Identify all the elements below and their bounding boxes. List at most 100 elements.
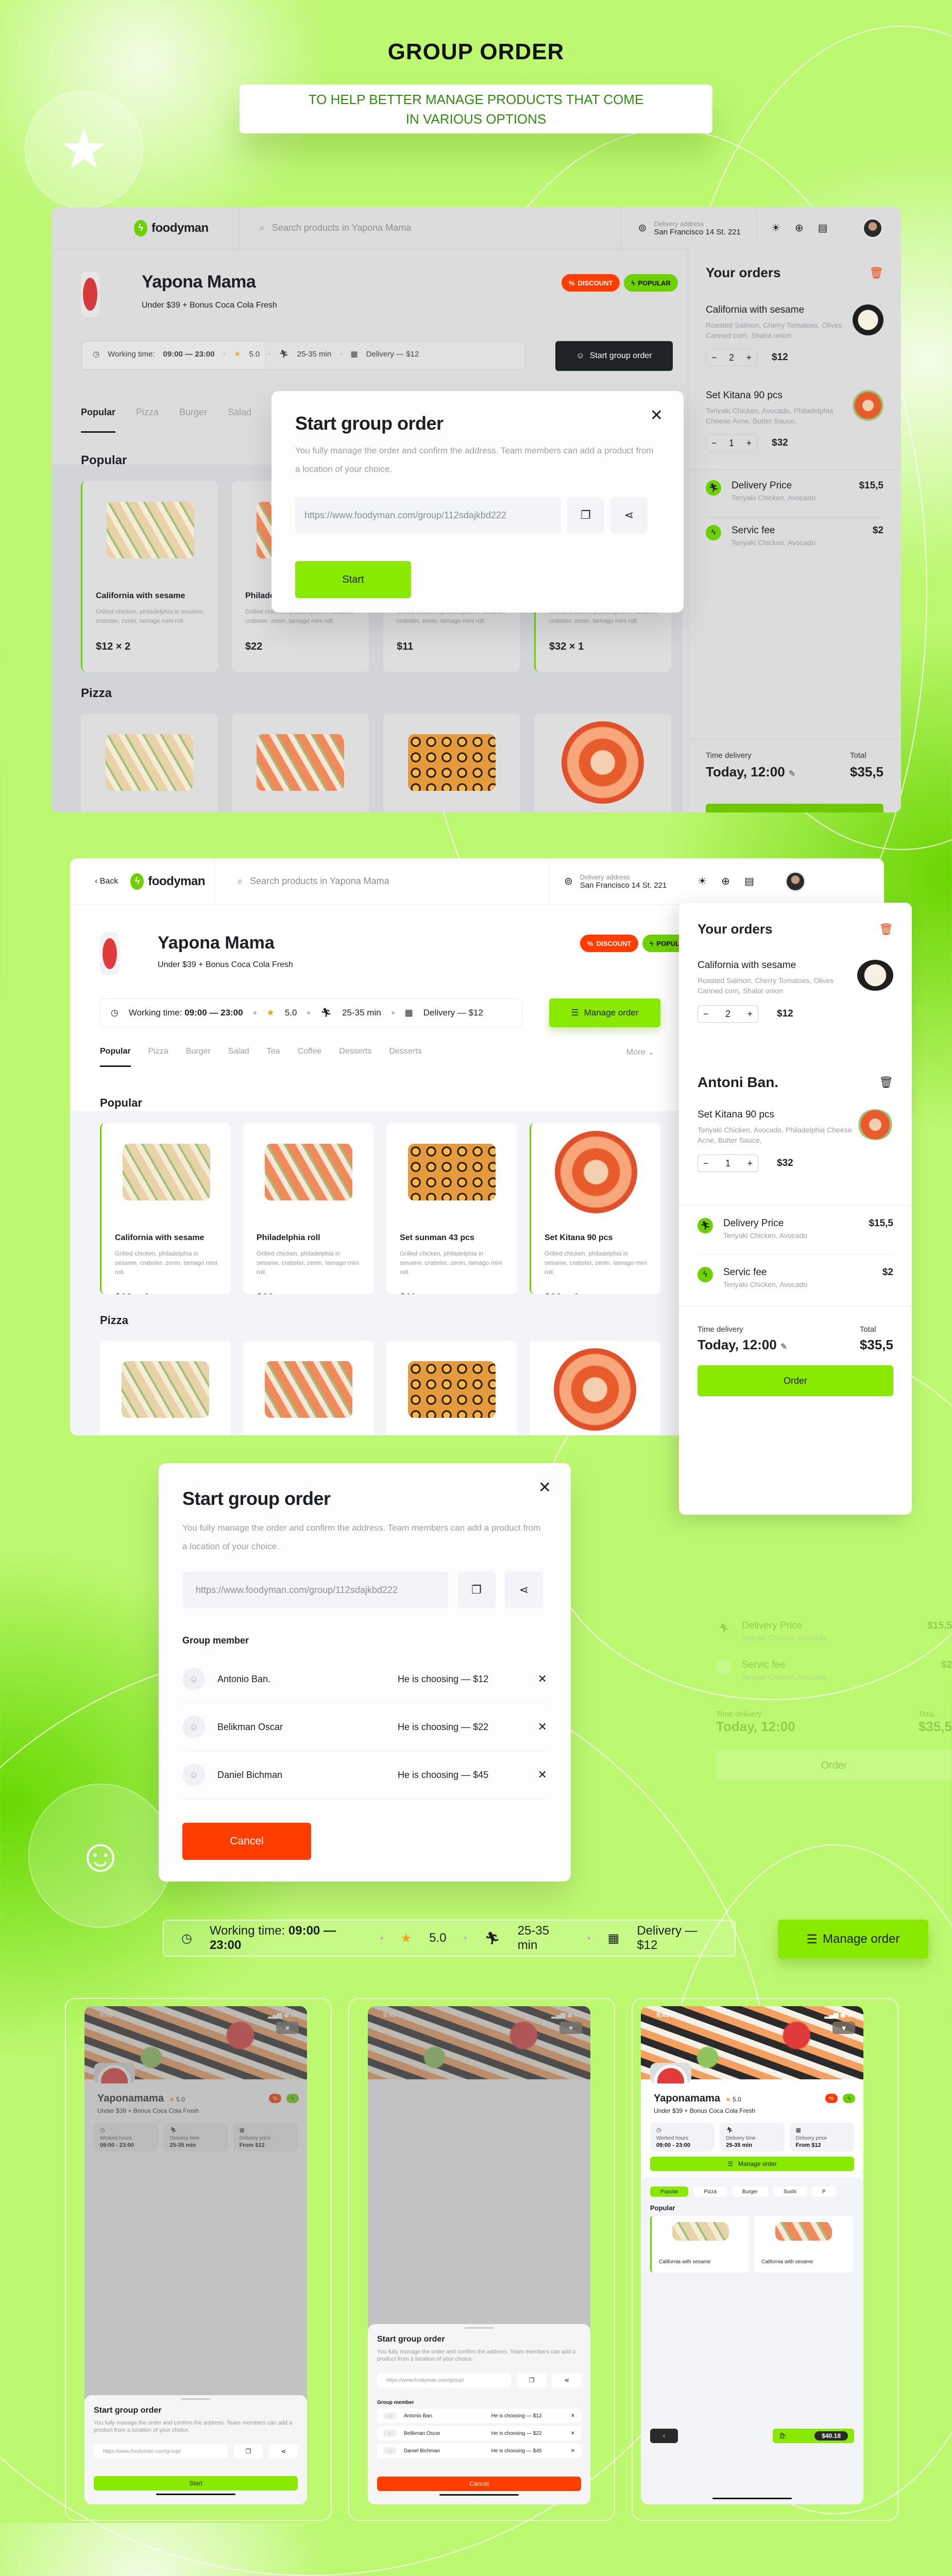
language-globe-icon[interactable]: ⊕ [795,222,804,234]
back-button[interactable]: ‹ Back [95,877,118,886]
chevron-left-icon: ‹ [663,2432,665,2439]
discount-badge: % DISCOUNT [580,935,639,952]
chip-pizza[interactable]: Pizza [693,2187,727,2197]
delivery-time-value[interactable]: Today, 12:00 ✎ [698,1337,787,1353]
product-card[interactable]: California with sesame [754,2216,853,2273]
group-link-input[interactable]: https://www.foodyman.com/group/ [377,2373,511,2387]
manage-order-button[interactable]: ☰ Manage order [778,1920,928,1959]
product-card[interactable] [100,1341,231,1435]
copy-link-button[interactable]: ❐ [567,497,604,533]
tab-desserts-2[interactable]: Desserts [389,1047,421,1067]
start-button[interactable]: Start [94,2476,298,2490]
tab-pizza[interactable]: Pizza [148,1047,168,1067]
product-card[interactable]: Set sunman 43 pcs Grilled chicken, philad… [386,1123,517,1294]
search-input[interactable]: ⌕ Search products in Yapona Mama [260,223,620,233]
favorite-heart-icon[interactable]: ♥ [832,2022,855,2034]
theme-toggle-icon[interactable]: ☀ [771,222,780,234]
product-card[interactable] [243,1341,374,1435]
group-link-input[interactable]: https://www.foodyman.com/group/ [94,2444,228,2459]
start-group-order-button[interactable]: ☺ Start group order [555,341,673,371]
copy-link-button[interactable]: ❐ [234,2444,263,2459]
manage-order-button[interactable]: ☰ Manage order [650,2157,854,2171]
product-card[interactable] [383,714,520,812]
info-bar-border [81,341,525,370]
back-button[interactable]: ‹ [650,2429,678,2443]
wallet-icon[interactable]: ▤ [818,222,828,234]
cancel-button[interactable]: Cancel [377,2477,581,2491]
order-button[interactable]: Order [698,1365,893,1396]
quantity-stepper[interactable]: −2 + [706,349,757,366]
tab-burger[interactable]: Burger [179,407,207,433]
user-avatar[interactable] [862,217,883,239]
share-button[interactable]: ⋖ [552,2373,581,2387]
remove-member-icon[interactable]: ✕ [526,1672,547,1686]
trash-icon[interactable]: 🗑︎ [879,1076,893,1089]
product-card[interactable] [530,1341,660,1435]
quantity-stepper[interactable]: −2 + [698,1005,758,1023]
copy-link-button[interactable]: ❐ [517,2373,546,2387]
copy-link-button[interactable]: ❐ [457,1571,496,1608]
share-button[interactable]: ⋖ [269,2444,298,2459]
delivery-time-value[interactable]: Today, 12:00 ✎ [706,764,795,780]
close-icon[interactable]: ✕ [538,1479,551,1497]
language-globe-icon[interactable]: ⊕ [721,875,730,888]
tab-popular[interactable]: Popular [81,407,116,433]
manage-order-button[interactable]: ☰ Manage order [549,998,660,1027]
tab-popular[interactable]: Popular [100,1047,131,1067]
section-pizza-title: Pizza [100,1314,129,1327]
tab-salad[interactable]: Salad [228,407,251,433]
page-title: GROUP ORDER [387,39,565,64]
more-tabs-dropdown[interactable]: More ⌄ [626,1047,654,1057]
share-button[interactable]: ⋖ [505,1571,543,1608]
product-card[interactable]: Philadelphia roll Grilled chicken, philad… [243,1123,374,1294]
logo[interactable]: ϟ foodyman [130,873,206,890]
percent-icon: % [587,939,593,947]
tab-tea[interactable]: Tea [267,1047,280,1067]
product-card[interactable]: Set Kitana 90 pcs Grilled chicken, philad… [530,1123,660,1294]
cancel-button[interactable]: Cancel [182,1823,311,1860]
chip-more[interactable]: P [811,2187,836,2197]
theme-toggle-icon[interactable]: ☀ [698,875,707,888]
chip-burger[interactable]: Burger [732,2187,768,2197]
product-card[interactable] [534,714,671,812]
share-button[interactable]: ⋖ [610,497,648,533]
search-input[interactable]: ⌕ Search products in Yapona Mama [237,876,547,887]
tab-pizza[interactable]: Pizza [136,407,159,433]
product-card[interactable] [232,714,369,812]
delivery-address[interactable]: ⊚ Delivery address San Francisco 14 St. 2… [638,220,741,236]
sheet-handle[interactable] [181,2398,210,2400]
remove-member-icon[interactable]: ✕ [571,2448,575,2454]
wallet-icon[interactable]: ▤ [744,875,754,888]
product-card[interactable] [81,714,218,812]
logo[interactable]: ϟ foodyman [134,219,209,236]
quantity-stepper[interactable]: −1 + [698,1155,758,1172]
close-icon[interactable]: ✕ [650,406,663,425]
product-card[interactable]: California with sesame Grilled chicken, p… [100,1123,231,1294]
user-avatar[interactable] [785,871,806,892]
order-button[interactable]: Order [706,804,883,812]
tab-salad[interactable]: Salad [228,1047,249,1067]
tab-desserts[interactable]: Desserts [339,1047,371,1067]
product-card[interactable] [386,1341,517,1435]
user-icon: ☺ [182,1716,205,1738]
chip-popular[interactable]: Popular [650,2187,689,2197]
trash-icon[interactable]: 🗑︎ [879,923,893,936]
trash-icon[interactable]: 🗑︎ [869,266,883,280]
quantity-stepper[interactable]: −1 + [706,434,757,452]
remove-member-icon[interactable]: ✕ [526,1720,547,1734]
group-link-input[interactable]: https://www.foodyman.com/group/112sdajkb… [182,1571,448,1608]
tab-coffee[interactable]: Coffee [297,1047,321,1067]
start-button[interactable]: Start [295,561,411,598]
group-link-input[interactable]: https://www.foodyman.com/group/112sdajkb… [295,497,561,533]
remove-member-icon[interactable]: ✕ [571,2413,575,2419]
product-card[interactable]: California with sesame [650,2216,749,2273]
remove-member-icon[interactable]: ✕ [571,2431,575,2436]
search-icon: ⌕ [237,876,243,886]
remove-member-icon[interactable]: ✕ [526,1768,547,1782]
product-card[interactable]: California with sesame Grilled chicken, … [81,481,218,672]
delivery-address[interactable]: ⊚ Delivery address San Francisco 14 St. 2… [564,873,667,890]
chip-sushi[interactable]: Sushi [773,2187,807,2197]
cart-button[interactable]: 🛍︎ $40.18 [773,2429,854,2443]
sheet-handle[interactable] [465,2327,494,2329]
tab-burger[interactable]: Burger [186,1047,211,1067]
